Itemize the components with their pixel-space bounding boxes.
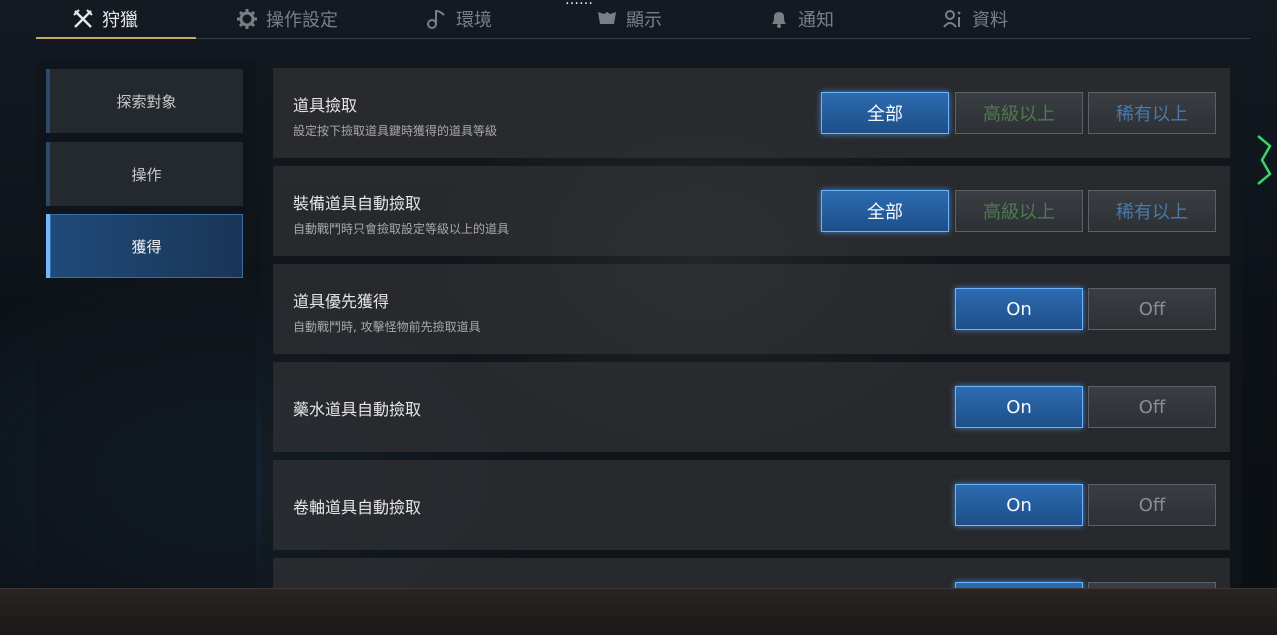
setting-title: 藥水道具自動撿取 (293, 400, 422, 419)
tab-controls[interactable]: 操作設定 (236, 4, 338, 34)
top-clipped-text: …… (565, 0, 593, 8)
tab-hunt[interactable]: 狩獵 (72, 4, 138, 34)
tab-label: 通知 (798, 10, 834, 31)
music-note-icon (427, 9, 445, 29)
sidebar: 探索對象 操作 獲得 (36, 60, 256, 590)
sidebar-item-label: 操作 (131, 165, 162, 184)
crossed-swords-icon (73, 9, 93, 28)
option-all-button[interactable]: 全部 (821, 92, 949, 134)
side-arrow-icon[interactable] (1256, 134, 1277, 186)
setting-row-item-priority: 道具優先獲得 自動戰鬥時, 攻擊怪物前先撿取道具 On Off (273, 264, 1230, 354)
on-button[interactable]: On (955, 288, 1083, 330)
option-rare-grade-button[interactable]: 稀有以上 (1088, 190, 1216, 232)
display-icon (598, 12, 616, 24)
setting-title: 道具撿取 (293, 96, 358, 115)
tab-label: 狩獵 (102, 10, 138, 31)
setting-description: 自動戰鬥時, 攻擊怪物前先撿取道具 (293, 320, 481, 334)
sidebar-item-label: 探索對象 (116, 92, 177, 111)
option-all-button[interactable]: 全部 (821, 190, 949, 232)
user-info-icon (943, 10, 961, 28)
tab-label: 環境 (456, 10, 492, 31)
tab-label: 操作設定 (266, 10, 338, 31)
setting-title: 裝備道具自動撿取 (293, 194, 422, 213)
tab-label: 資料 (972, 10, 1008, 31)
tab-notifications[interactable]: 通知 (768, 4, 834, 34)
nav-divider (36, 38, 1250, 39)
option-high-grade-button[interactable]: 高級以上 (955, 92, 1083, 134)
setting-title: 道具優先獲得 (293, 292, 390, 311)
tab-label: 顯示 (626, 10, 662, 31)
setting-row-item-pickup: 道具撿取 設定按下撿取道具鍵時獲得的道具等級 全部 高級以上 稀有以上 (273, 68, 1230, 158)
sidebar-item-acquire[interactable]: 獲得 (46, 214, 243, 278)
setting-description: 設定按下撿取道具鍵時獲得的道具等級 (293, 124, 498, 138)
sidebar-item-label: 獲得 (131, 237, 162, 256)
off-button[interactable]: Off (1088, 484, 1216, 526)
on-button[interactable]: On (955, 386, 1083, 428)
setting-description: 自動戰鬥時只會撿取設定等級以上的道具 (293, 222, 510, 236)
bell-icon (772, 12, 786, 28)
tab-info[interactable]: 資料 (942, 4, 1008, 34)
setting-row-partial (273, 558, 1230, 590)
tab-display[interactable]: 顯示 (596, 4, 662, 34)
off-button[interactable]: Off (1088, 386, 1216, 428)
option-high-grade-button[interactable]: 高級以上 (955, 190, 1083, 232)
setting-title: 卷軸道具自動撿取 (293, 498, 422, 517)
gear-icon (237, 9, 257, 29)
setting-row-scroll-auto-pickup: 卷軸道具自動撿取 On Off (273, 460, 1230, 550)
bottom-bar (0, 588, 1277, 635)
on-button[interactable]: On (955, 484, 1083, 526)
tab-environment[interactable]: 環境 (426, 4, 492, 34)
settings-panel: 道具撿取 設定按下撿取道具鍵時獲得的道具等級 全部 高級以上 稀有以上 裝備道具… (262, 60, 1242, 590)
top-nav: …… 狩獵 操作設定 環境 顯示 通知 資料 (0, 0, 1277, 40)
option-rare-grade-button[interactable]: 稀有以上 (1088, 92, 1216, 134)
setting-row-equipment-auto-pickup: 裝備道具自動撿取 自動戰鬥時只會撿取設定等級以上的道具 全部 高級以上 稀有以上 (273, 166, 1230, 256)
sidebar-item-operation[interactable]: 操作 (46, 142, 243, 206)
active-tab-underline (36, 37, 196, 39)
sidebar-item-search-target[interactable]: 探索對象 (46, 69, 243, 133)
setting-row-potion-auto-pickup: 藥水道具自動撿取 On Off (273, 362, 1230, 452)
off-button[interactable]: Off (1088, 288, 1216, 330)
